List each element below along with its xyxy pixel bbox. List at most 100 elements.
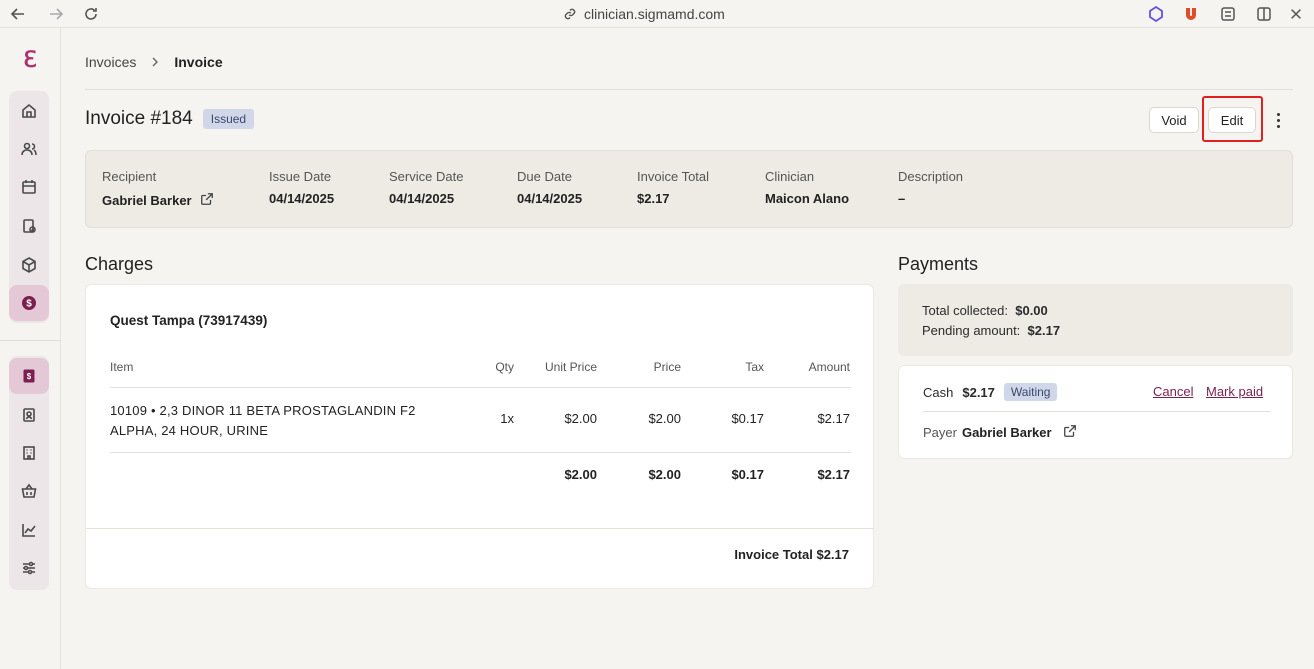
charges-card: Quest Tampa (73917439) Item Qty Unit Pri…	[85, 284, 874, 589]
invoice-total-label: Invoice Total	[637, 169, 710, 184]
status-badge: Issued	[202, 109, 255, 129]
sidebar-toggle-icon[interactable]	[1254, 4, 1274, 24]
due-date-value: 04/14/2025	[517, 191, 583, 206]
issue-date-label: Issue Date	[269, 169, 332, 184]
pending-label: Pending amount:	[922, 323, 1021, 338]
clipboard-check-icon	[23, 219, 36, 233]
sidebar: ℇ $ $	[0, 28, 61, 669]
external-link-icon[interactable]	[200, 192, 214, 209]
mark-paid-link[interactable]: Mark paid	[1206, 384, 1263, 399]
building-icon	[23, 446, 35, 460]
item-description-line1: 10109 • 2,3 DINOR 11 BETA PROSTAGLANDIN …	[110, 403, 416, 418]
more-options-icon[interactable]	[1269, 110, 1287, 130]
back-arrow-icon[interactable]	[8, 4, 28, 24]
link-icon	[564, 8, 576, 20]
nav-tasks[interactable]	[9, 208, 49, 244]
item-amount: $2.17	[817, 411, 850, 426]
service-date-label: Service Date	[389, 169, 464, 184]
badge-icon	[23, 408, 35, 422]
item-description-line2: ALPHA, 24 HOUR, URINE	[110, 423, 269, 438]
chevron-right-icon	[150, 55, 160, 70]
chart-icon	[22, 524, 36, 537]
edit-highlight-box	[1202, 96, 1263, 142]
address-bar[interactable]: clinician.sigmamd.com	[563, 4, 725, 24]
brand-logo[interactable]: ℇ	[18, 48, 42, 72]
forward-arrow-icon[interactable]	[46, 4, 66, 24]
summary-clinician: Clinician Maicon Alano	[765, 169, 849, 206]
breadcrumb-invoices-link[interactable]: Invoices	[85, 54, 136, 70]
total-unit-price: $2.00	[564, 467, 597, 482]
column-header-item: Item	[110, 360, 134, 374]
nav-patients[interactable]	[9, 131, 49, 167]
home-icon	[22, 103, 36, 118]
column-header-amount: Amount	[808, 360, 850, 374]
card-footer-divider	[86, 528, 873, 529]
reload-icon[interactable]	[81, 4, 101, 24]
nav-reports[interactable]	[9, 512, 49, 548]
magnet-extension-icon[interactable]	[1181, 4, 1201, 24]
invoice-icon: $	[23, 369, 35, 383]
nav-inventory[interactable]	[9, 247, 49, 283]
main-content: Invoices Invoice Invoice #184 Issued Voi…	[61, 28, 1314, 669]
collected-label: Total collected:	[922, 303, 1008, 318]
nav-group-secondary: $	[9, 356, 49, 590]
nav-facilities[interactable]	[9, 435, 49, 471]
title-row: Invoice #184 Issued	[85, 108, 255, 130]
item-tax: $0.17	[731, 411, 764, 426]
clinician-value: Maicon Alano	[765, 191, 850, 206]
payment-status-badge: Waiting	[1003, 383, 1058, 401]
dollar-circle-icon: $	[22, 296, 36, 310]
payer-row: Payer Gabriel Barker	[923, 424, 1077, 441]
cancel-payment-link[interactable]: Cancel	[1153, 384, 1193, 399]
recipient-value: Gabriel Barker	[102, 193, 192, 208]
charges-title: Charges	[85, 254, 154, 274]
recipient-label: Recipient	[102, 169, 157, 184]
void-button[interactable]: Void	[1149, 107, 1199, 133]
cube-icon	[22, 257, 36, 273]
nav-home[interactable]	[9, 93, 49, 129]
column-header-unit-price: Unit Price	[544, 360, 597, 374]
page-title: Invoice #184	[85, 108, 193, 129]
sliders-icon	[23, 561, 35, 575]
url-text: clinician.sigmamd.com	[584, 6, 725, 22]
users-icon	[21, 142, 37, 156]
table-divider	[110, 387, 851, 388]
basket-icon	[21, 483, 37, 498]
payer-label: Payer	[923, 425, 957, 440]
service-date-value: 04/14/2025	[389, 191, 455, 206]
summary-recipient: Recipient Gabriel Barker	[102, 169, 214, 209]
nav-invoices[interactable]: $	[9, 358, 49, 394]
collected-row: Total collected: $0.00	[922, 301, 1269, 321]
table-divider	[110, 452, 851, 453]
extension-icon[interactable]	[1146, 4, 1166, 24]
nav-store[interactable]	[9, 473, 49, 509]
description-value: –	[898, 191, 906, 206]
table-row-item: 10109 • 2,3 DINOR 11 BETA PROSTAGLANDIN …	[110, 401, 430, 441]
column-header-tax: Tax	[745, 360, 764, 374]
payment-amount: $2.17	[962, 384, 995, 400]
sidebar-divider	[0, 340, 61, 341]
summary-description: Description –	[898, 169, 963, 206]
nav-group-primary: $	[9, 91, 49, 323]
total-tax: $0.17	[731, 467, 764, 482]
close-icon[interactable]	[1286, 4, 1306, 24]
payments-title: Payments	[898, 254, 979, 274]
total-amount: $2.17	[817, 467, 850, 482]
tab-manager-icon[interactable]	[1218, 4, 1238, 24]
invoice-summary: Recipient Gabriel Barker Issue Date 04/1…	[85, 150, 1293, 228]
item-unit-price: $2.00	[564, 411, 597, 426]
nav-calendar[interactable]	[9, 169, 49, 205]
clinician-label: Clinician	[765, 169, 815, 184]
item-price: $2.00	[648, 411, 681, 426]
nav-billing[interactable]: $	[9, 285, 49, 321]
breadcrumb: Invoices Invoice	[85, 54, 223, 70]
external-link-icon[interactable]	[1063, 424, 1077, 441]
column-header-qty: Qty	[495, 360, 514, 374]
nav-id-badges[interactable]	[9, 397, 49, 433]
summary-issue-date: Issue Date 04/14/2025	[269, 169, 334, 206]
nav-settings[interactable]	[9, 550, 49, 586]
item-qty: 1x	[500, 411, 514, 426]
pending-row: Pending amount: $2.17	[922, 321, 1269, 341]
payment-divider	[923, 411, 1271, 412]
payer-name: Gabriel Barker	[961, 425, 1052, 440]
